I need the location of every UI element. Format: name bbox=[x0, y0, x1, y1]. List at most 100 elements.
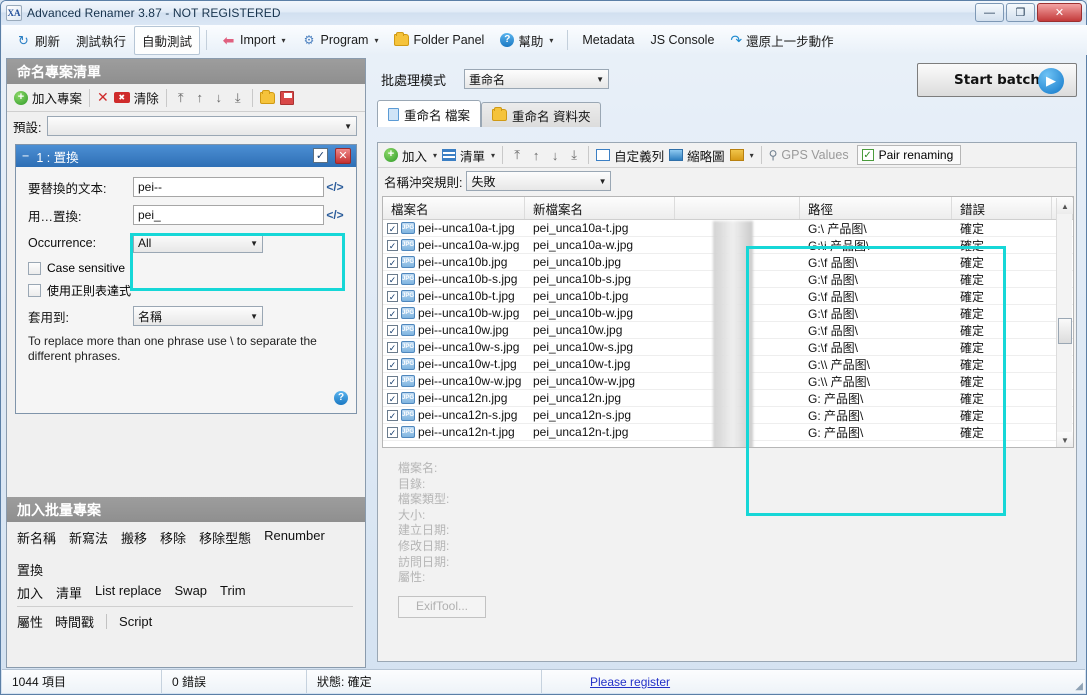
row-checkbox[interactable]: ✓ bbox=[387, 307, 398, 319]
conflict-rule-combo[interactable]: 失敗 ▼ bbox=[466, 171, 612, 191]
menu-item-help[interactable]: ? 幫助 ▾ bbox=[492, 26, 561, 55]
batch-mode-combo[interactable]: 重命名 ▼ bbox=[464, 69, 610, 89]
code-icon[interactable]: </> bbox=[324, 208, 346, 222]
folder-open-icon[interactable] bbox=[259, 89, 275, 104]
sort-button[interactable]: ▾ bbox=[729, 149, 754, 161]
row-checkbox[interactable]: ✓ bbox=[387, 375, 398, 387]
custom-columns-button[interactable]: 自定義列 bbox=[596, 146, 664, 165]
column-header-filename[interactable]: 檔案名 bbox=[383, 197, 525, 219]
register-link[interactable]: Please register bbox=[590, 675, 670, 689]
maximize-button[interactable]: ❐ bbox=[1006, 3, 1035, 22]
pair-renaming-checkbox[interactable]: ✓ bbox=[861, 149, 874, 161]
move-up-icon[interactable]: ↑ bbox=[529, 148, 543, 163]
gps-values-label: GPS Values bbox=[781, 148, 849, 162]
minimize-button[interactable]: — bbox=[975, 3, 1004, 22]
replace-text-input[interactable]: pei-- bbox=[133, 177, 324, 197]
rule-enabled-checkbox[interactable]: ✓ bbox=[313, 148, 328, 163]
preset-combo[interactable]: ▼ bbox=[47, 116, 357, 136]
start-batch-button[interactable]: Start batch ▶ bbox=[917, 63, 1077, 97]
gps-values-button[interactable]: ⚲ GPS Values bbox=[769, 148, 849, 162]
column-header-blank[interactable] bbox=[675, 197, 800, 219]
exiftool-button[interactable]: ExifTool... bbox=[398, 595, 486, 618]
row-checkbox[interactable]: ✓ bbox=[387, 239, 398, 251]
case-sensitive-checkbox[interactable] bbox=[28, 261, 41, 275]
batch-link-move[interactable]: 搬移 bbox=[121, 528, 147, 547]
batch-link-list[interactable]: 清單 bbox=[56, 583, 82, 602]
row-checkbox[interactable]: ✓ bbox=[387, 409, 398, 421]
occurrence-combo[interactable]: All ▼ bbox=[133, 233, 263, 253]
row-checkbox[interactable]: ✓ bbox=[387, 273, 398, 285]
thumbnails-button[interactable]: 縮略圖 bbox=[669, 146, 725, 165]
clear-button[interactable]: ✖ 清除 bbox=[113, 88, 159, 107]
menu-item-test-run[interactable]: 測試執行 bbox=[68, 26, 134, 55]
move-bottom-icon[interactable]: ⤓ bbox=[567, 147, 581, 163]
batch-link-new-name[interactable]: 新名稱 bbox=[17, 528, 56, 547]
replace-with-input[interactable]: pei_ bbox=[133, 205, 324, 225]
batch-link-list-replace[interactable]: List replace bbox=[95, 583, 161, 602]
batch-link-add[interactable]: 加入 bbox=[17, 583, 43, 602]
rule-header[interactable]: − 1 : 置換 ✓ ✕ bbox=[16, 145, 356, 167]
delete-icon[interactable]: ✕ bbox=[97, 89, 109, 106]
row-checkbox[interactable]: ✓ bbox=[387, 358, 398, 370]
row-checkbox[interactable]: ✓ bbox=[387, 324, 398, 336]
move-top-icon[interactable]: ⤒ bbox=[174, 90, 188, 106]
move-up-icon[interactable]: ↑ bbox=[193, 90, 207, 105]
app-icon: XA bbox=[6, 5, 22, 21]
table-scrollbar[interactable]: ▲ ▼ bbox=[1056, 198, 1073, 447]
batch-link-attributes[interactable]: 屬性 bbox=[17, 612, 43, 631]
filename-text: pei--unca10w-w.jpg bbox=[418, 374, 522, 388]
menu-item-refresh[interactable]: ↻ 刷新 bbox=[8, 26, 68, 55]
batch-link-replace[interactable]: 置換 bbox=[17, 560, 43, 579]
row-checkbox[interactable]: ✓ bbox=[387, 392, 398, 404]
cell-path: G:\f 品图\ bbox=[808, 306, 859, 321]
batch-link-trim[interactable]: Trim bbox=[220, 583, 246, 602]
resize-grip-icon[interactable]: ◢ bbox=[1075, 681, 1083, 692]
chevron-down-icon: ▾ bbox=[549, 35, 554, 45]
batch-link-timestamp[interactable]: 時間戳 bbox=[55, 612, 94, 631]
pair-renaming-button[interactable]: ✓ Pair renaming bbox=[856, 145, 962, 165]
add-project-button[interactable]: + 加入專案 bbox=[14, 88, 82, 107]
menu-item-undo[interactable]: ↷ 還原上一步動作 bbox=[722, 26, 841, 55]
collapse-icon[interactable]: − bbox=[22, 149, 29, 163]
menu-item-auto-test[interactable]: 自動測試 bbox=[134, 25, 201, 55]
tab-rename-files[interactable]: 重命名 檔案 bbox=[377, 100, 481, 127]
batch-link-new-case[interactable]: 新寫法 bbox=[69, 528, 108, 547]
use-regex-row[interactable]: 使用正則表達式 bbox=[28, 282, 346, 299]
menu-item-import[interactable]: ⬅ Import ▾ bbox=[213, 28, 293, 53]
rule-close-icon[interactable]: ✕ bbox=[335, 148, 351, 164]
tab-rename-folders[interactable]: 重命名 資料夾 bbox=[480, 102, 602, 127]
move-down-icon[interactable]: ↓ bbox=[548, 148, 562, 163]
move-down-icon[interactable]: ↓ bbox=[212, 90, 226, 105]
menu-item-program[interactable]: ⚙ Program ▾ bbox=[294, 28, 387, 53]
close-button[interactable]: ✕ bbox=[1037, 3, 1082, 22]
menu-item-js-console[interactable]: JS Console bbox=[642, 28, 722, 52]
menu-item-folder-panel[interactable]: Folder Panel bbox=[386, 28, 492, 52]
add-files-button[interactable]: + 加入 ▾ bbox=[384, 146, 437, 165]
column-header-path[interactable]: 路徑 bbox=[800, 197, 952, 219]
scrollbar-thumb[interactable] bbox=[1058, 318, 1072, 344]
row-checkbox[interactable]: ✓ bbox=[387, 256, 398, 268]
move-top-icon[interactable]: ⤒ bbox=[510, 147, 524, 163]
row-checkbox[interactable]: ✓ bbox=[387, 222, 398, 234]
move-bottom-icon[interactable]: ⤓ bbox=[231, 90, 245, 106]
row-checkbox[interactable]: ✓ bbox=[387, 426, 398, 438]
list-button[interactable]: 清單 ▾ bbox=[442, 146, 495, 165]
batch-link-swap[interactable]: Swap bbox=[175, 583, 208, 602]
scroll-up-button[interactable]: ▲ bbox=[1057, 198, 1073, 214]
help-icon[interactable]: ? bbox=[334, 391, 348, 405]
apply-to-combo[interactable]: 名稱 ▼ bbox=[133, 306, 263, 326]
save-icon[interactable] bbox=[279, 90, 294, 105]
batch-link-remove[interactable]: 移除 bbox=[160, 528, 186, 547]
menu-item-metadata[interactable]: Metadata bbox=[574, 28, 642, 52]
batch-link-remove-pattern[interactable]: 移除型態 bbox=[199, 528, 251, 547]
batch-link-script[interactable]: Script bbox=[119, 614, 152, 629]
scroll-down-button[interactable]: ▼ bbox=[1057, 432, 1073, 447]
row-checkbox[interactable]: ✓ bbox=[387, 290, 398, 302]
case-sensitive-row[interactable]: Case sensitive bbox=[28, 261, 346, 275]
column-header-new-filename[interactable]: 新檔案名 bbox=[525, 197, 675, 219]
column-header-error[interactable]: 錯誤 bbox=[952, 197, 1052, 219]
row-checkbox[interactable]: ✓ bbox=[387, 341, 398, 353]
batch-link-renumber[interactable]: Renumber bbox=[264, 528, 325, 547]
code-icon[interactable]: </> bbox=[324, 180, 346, 194]
use-regex-checkbox[interactable] bbox=[28, 284, 41, 297]
